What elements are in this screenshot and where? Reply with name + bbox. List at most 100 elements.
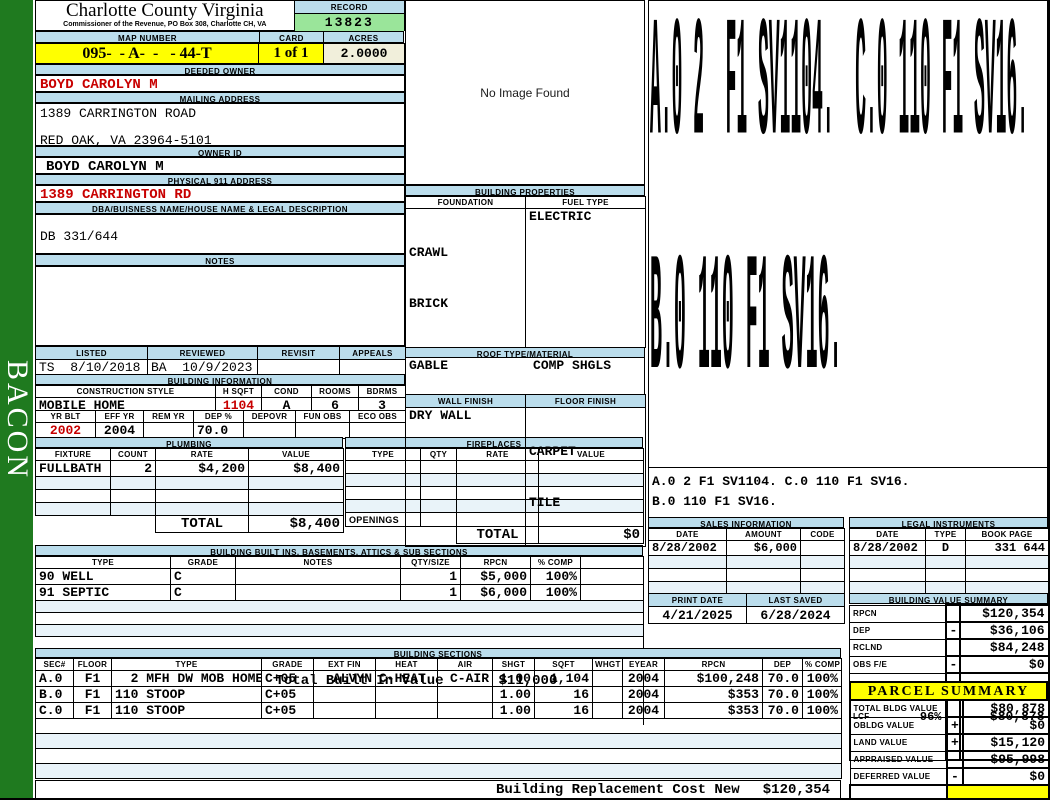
bsec-heat	[375, 702, 438, 719]
built-ins-col-notes: NOTES	[235, 556, 401, 569]
sketch-stretched-line2: B.0 110 F1 SV16.	[650, 239, 842, 423]
empty-row	[35, 718, 842, 734]
bsec-eyear: 2004	[622, 702, 665, 719]
brcn-row: Building Replacement Cost New $120,354	[35, 780, 841, 798]
empty-row	[35, 748, 842, 764]
bsec-sqft: 16	[534, 686, 593, 703]
floor-line2: TILE	[529, 495, 561, 510]
sales-title: SALES INFORMATION	[648, 517, 844, 529]
legal-col-date: DATE	[849, 528, 926, 541]
built-ins-rpcn: $6,000	[460, 584, 531, 601]
bsec-heat	[375, 686, 438, 703]
record-label: RECORD	[294, 1, 404, 14]
bsec-grade: C+05	[261, 686, 314, 703]
bsec-col-eyear: EYEAR	[622, 658, 665, 671]
dba-value-box: DB 331/644	[35, 214, 405, 254]
bsec-col-sqft: SQFT	[534, 658, 593, 671]
sidebar-watermark: BACON	[0, 320, 34, 520]
bsec-col-grade: GRADE	[261, 658, 314, 671]
fuel-value: ELECTRIC	[525, 208, 646, 348]
listed-code: TS	[39, 360, 55, 375]
parcel-op: -	[946, 767, 964, 786]
bsec-shgt: 1.00	[492, 686, 535, 703]
bsec-comp: 100%	[802, 702, 842, 719]
plumbing-title: PLUMBING	[35, 437, 343, 449]
built-ins-notes	[235, 568, 401, 585]
built-ins-col-rpcn: RPCN	[460, 556, 531, 569]
building-properties-title: BUILDING PROPERTIES	[405, 185, 645, 197]
built-ins-grade: C	[170, 568, 236, 585]
mailing-address-label: MAILING ADDRESS	[35, 92, 405, 104]
dba-value: DB 331/644	[40, 229, 119, 244]
empty-row	[35, 763, 842, 779]
print-date-value: 4/21/2025	[648, 606, 747, 624]
empty-row	[35, 612, 644, 625]
bsec-grade: C+05	[261, 670, 314, 687]
foundation-label: FOUNDATION	[405, 196, 526, 209]
bsec-shgt: 1.00	[492, 702, 535, 719]
yrblt-label: YR BLT	[35, 410, 96, 423]
parcel-op	[946, 699, 964, 718]
bsec-col-comp: % COMP	[802, 658, 842, 671]
built-ins-col-grade: GRADE	[170, 556, 236, 569]
bsec-col-dep: DEP	[762, 658, 803, 671]
building-sections-title: BUILDING SECTIONS	[35, 648, 841, 659]
sales-table: DATE AMOUNT CODE 8/28/2002 $6,000	[648, 528, 845, 595]
built-ins-row: 91 SEPTIC C 1 $6,000 100%	[35, 584, 644, 601]
deeded-owner-label: DEEDED OWNER	[35, 64, 405, 76]
roof-value: GABLE COMP SHGLS	[405, 357, 645, 395]
bsec-col-floor: FLOOR	[73, 658, 112, 671]
sketch-area: A.0 2 F1 SV1104. C.0 110 F1 SV16. B.0 11…	[648, 0, 1048, 468]
value-summary-row: RCLND $84,248	[849, 638, 1048, 657]
built-ins-qty: 1	[400, 568, 461, 585]
bsec-col-heat: HEAT	[375, 658, 438, 671]
notes-label: NOTES	[35, 254, 405, 266]
listed-label: LISTED	[35, 346, 148, 360]
vs-value: $36,106	[958, 621, 1048, 640]
bsec-floor: F1	[73, 702, 112, 719]
sales-date: 8/28/2002	[648, 540, 727, 556]
sketch-legend-line2: B.0 110 F1 SV16.	[652, 494, 777, 509]
built-ins-comp: 100%	[530, 584, 581, 601]
effyr-label: EFF YR	[95, 410, 144, 423]
parcel-label: TOTAL BLDG VALUE	[849, 699, 948, 718]
bsec-whgt	[592, 670, 623, 687]
cond-label: COND	[261, 385, 312, 398]
legal-col-bookpage: BOOK PAGE	[965, 528, 1048, 541]
bsec-shgt: 1.00	[492, 670, 535, 687]
parcel-summary: PARCEL SUMMARY TOTAL BLDG VALUE $80,878 …	[849, 681, 1048, 798]
built-ins-col-qty: QTY/SIZE	[400, 556, 461, 569]
bsec-floor: F1	[73, 670, 112, 687]
visit-table: LISTED REVIEWED REVISIT APPEALS TS 8/10/…	[35, 346, 406, 376]
mailing-address-block: 1389 CARRINGTON ROAD RED OAK, VA 23964-5…	[35, 103, 405, 148]
bsec-eyear: 2004	[622, 670, 665, 687]
legal-type: D	[925, 540, 966, 556]
parcel-row: OBLDG VALUE + $0	[849, 716, 1048, 735]
value-summary-row: OBS F/E - $0	[849, 655, 1048, 674]
floor-line1: CARPET	[529, 444, 576, 459]
vs-op	[944, 604, 961, 623]
parcel-row: DEFERRED VALUE - $0	[849, 767, 1048, 786]
empty-row	[849, 555, 1048, 569]
legal-bookpage: 331 644	[965, 540, 1048, 556]
remyr-label: REM YR	[143, 410, 194, 423]
sales-row: 8/28/2002 $6,000	[648, 540, 845, 556]
acres-value: 2.0000	[323, 43, 405, 64]
floor-finish-value: CARPET TILE	[525, 407, 646, 547]
bsec-dep: 70.0	[762, 686, 803, 703]
taxable-value-row: TAXABLE VALUE $95,998	[849, 784, 1048, 798]
bsec-grade: C+05	[261, 702, 314, 719]
bsec-air	[437, 686, 493, 703]
dep-label: DEP %	[193, 410, 244, 423]
bsec-rpcn: $100,248	[664, 670, 763, 687]
building-info-title: BUILDING INFORMATION	[35, 374, 405, 386]
sales-col-amount: AMOUNT	[726, 528, 801, 541]
reviewed-date: 10/9/2023	[182, 360, 253, 375]
building-section-row: A.0 F1 2 MFH DW MOB HOME C+05 ALVYN C-HE…	[35, 670, 842, 687]
empty-row	[849, 568, 1048, 582]
deeded-owner-value: BOYD CAROLYN M	[35, 75, 405, 93]
legal-title: LEGAL INSTRUMENTS	[849, 517, 1048, 529]
vs-label: RCLND	[849, 638, 946, 657]
bsec-col-extfin: EXT FIN	[313, 658, 376, 671]
appeals-label: APPEALS	[339, 346, 406, 360]
